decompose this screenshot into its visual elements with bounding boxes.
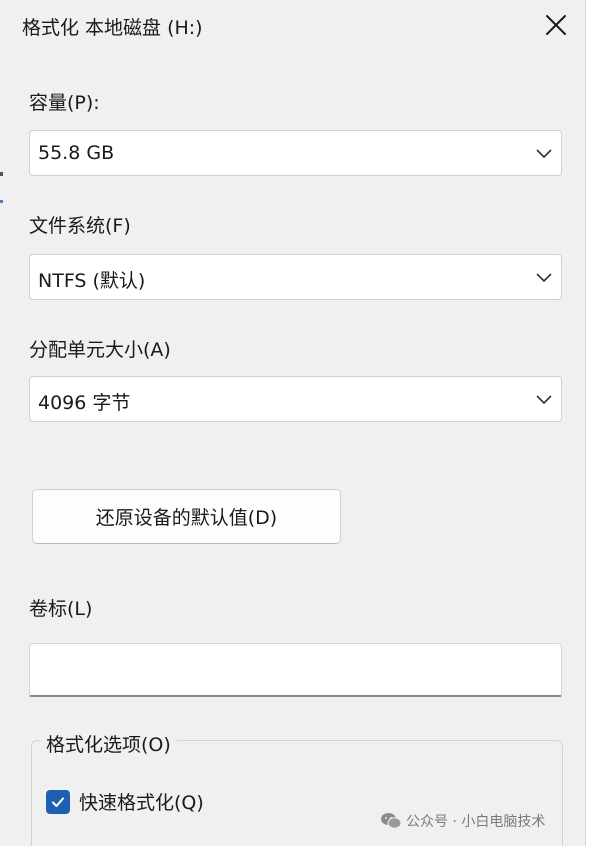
volume-label-label: 卷标(L) [29,598,93,620]
checkmark-icon [52,797,64,807]
volume-label-input[interactable] [29,643,562,697]
quick-format-option[interactable]: 快速格式化(Q) [46,788,204,815]
allocation-unit-value: 4096 字节 [38,392,131,414]
watermark: 公众号 · 小白电脑技术 [380,811,545,831]
close-button[interactable] [536,6,576,44]
chevron-down-icon [536,149,552,159]
chevron-down-icon [536,395,552,405]
window-edge [585,0,592,846]
file-system-label: 文件系统(F) [29,215,131,237]
close-icon [546,15,566,35]
restore-defaults-button[interactable]: 还原设备的默认值(D) [32,489,341,544]
format-dialog: 格式化 本地磁盘 (H:) 容量(P): 55.8 GB 文件系统(F) NTF… [0,0,592,846]
file-system-select[interactable]: NTFS (默认) [29,254,562,300]
quick-format-label: 快速格式化(Q) [79,792,204,814]
chevron-down-icon [536,273,552,283]
quick-format-checkbox[interactable] [46,789,70,814]
capacity-select[interactable]: 55.8 GB [29,130,562,176]
allocation-unit-select[interactable]: 4096 字节 [29,376,562,422]
wechat-icon [381,813,402,829]
watermark-text: 公众号 · 小白电脑技术 [406,814,546,830]
dialog-title: 格式化 本地磁盘 (H:) [22,17,203,39]
capacity-value: 55.8 GB [38,142,115,164]
format-options-legend: 格式化选项(O) [40,730,177,757]
allocation-unit-label: 分配单元大小(A) [29,339,171,361]
background-window-edge [0,160,3,220]
capacity-label: 容量(P): [29,92,100,114]
file-system-value: NTFS (默认) [38,270,146,292]
